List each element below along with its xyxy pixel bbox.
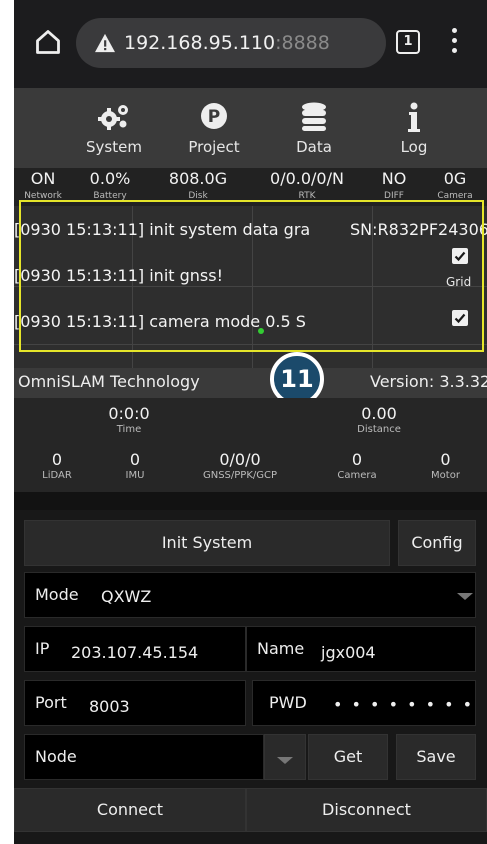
stat-time-value: 0:0:0 xyxy=(108,404,150,423)
stat-motor-label: Motor xyxy=(431,470,460,481)
url-port: :8888 xyxy=(275,32,330,54)
toolbar-system-label: System xyxy=(86,138,142,156)
status-camera: 0G Camera xyxy=(424,168,486,202)
status-rtk-value: 0/0.0/0/N xyxy=(270,169,344,188)
save-button[interactable]: Save xyxy=(396,734,476,780)
stat-time: 0:0:0 Time xyxy=(54,404,204,436)
stat-lidar-label: LiDAR xyxy=(42,470,72,481)
mode-select[interactable]: Mode QXWZ xyxy=(24,572,476,618)
url-field[interactable]: 192.168.95.110:8888 xyxy=(76,18,386,68)
chevron-down-icon xyxy=(457,593,473,600)
toolbar-project[interactable]: P Project xyxy=(164,88,264,168)
pwd-value: • • • • • • • • xyxy=(333,695,475,714)
database-icon xyxy=(302,102,326,131)
ip-field[interactable]: IP 203.107.45.154 xyxy=(24,626,246,672)
status-network-value: ON xyxy=(30,169,56,188)
ip-label: IP xyxy=(35,639,50,658)
phone-screen: 192.168.95.110:8888 1 System P Project xyxy=(14,0,487,844)
stat-motor-value: 0 xyxy=(440,450,451,469)
status-disk: 808.0G Disk xyxy=(148,168,248,202)
get-button[interactable]: Get xyxy=(308,734,388,780)
url-host: 192.168.95.110 xyxy=(124,32,276,54)
company-name: OmniSLAM Technology xyxy=(18,372,200,391)
node-dropdown-button[interactable] xyxy=(264,734,306,780)
info-icon xyxy=(408,102,420,132)
name-field[interactable]: Name jgx004 xyxy=(246,626,476,672)
stat-gnss-label: GNSS/PPK/GCP xyxy=(202,470,278,481)
toolbar-system[interactable]: System xyxy=(64,88,164,168)
gears-icon xyxy=(98,105,128,130)
status-diff-value: NO xyxy=(381,169,407,188)
tab-switcher-button[interactable]: 1 xyxy=(396,30,420,54)
more-menu-icon[interactable] xyxy=(452,28,458,54)
stat-camera: 0 Camera xyxy=(310,450,404,482)
home-icon[interactable] xyxy=(34,28,62,56)
chevron-down-icon xyxy=(277,757,293,764)
password-field[interactable]: PWD • • • • • • • • xyxy=(252,680,476,726)
browser-url-bar: 192.168.95.110:8888 1 xyxy=(14,0,487,88)
port-value: 8003 xyxy=(89,697,130,716)
stat-camera-value: 0 xyxy=(351,450,363,469)
toolbar-log-label: Log xyxy=(400,138,428,156)
stat-motor: 0 Motor xyxy=(404,450,487,482)
disconnect-button[interactable]: Disconnect xyxy=(246,788,487,832)
init-system-button[interactable]: Init System xyxy=(24,520,390,566)
warning-icon xyxy=(95,33,115,53)
status-battery: 0.0% Battery xyxy=(72,168,148,202)
company-row: OmniSLAM Technology Version: 3.3.32 xyxy=(14,368,487,398)
stat-gnss: 0/0/0 GNSS/PPK/GCP xyxy=(170,450,310,482)
stat-camera-label: Camera xyxy=(337,470,377,481)
toolbar-project-label: Project xyxy=(188,138,240,156)
stat-distance: 0.00 Distance xyxy=(304,404,454,436)
stat-gnss-value: 0/0/0 xyxy=(219,450,261,469)
highlight-annotation-box xyxy=(19,200,484,352)
status-disk-value: 808.0G xyxy=(168,169,228,188)
name-label: Name xyxy=(257,639,305,658)
toolbar-data[interactable]: Data xyxy=(264,88,364,168)
mode-label: Mode xyxy=(35,585,79,604)
port-field[interactable]: Port 8003 xyxy=(24,680,246,726)
stats-panel: 0:0:0 Time 0.00 Distance 0 LiDAR 0 IMU 0… xyxy=(14,398,487,492)
name-value: jgx004 xyxy=(321,643,376,662)
stat-distance-value: 0.00 xyxy=(361,404,397,423)
stat-time-label: Time xyxy=(116,424,142,435)
pwd-label: PWD xyxy=(269,693,307,712)
project-p-icon: P xyxy=(201,103,227,129)
mode-value: QXWZ xyxy=(101,587,152,606)
node-label: Node xyxy=(35,747,77,766)
version-text: Version: 3.3.32 xyxy=(370,372,487,391)
node-select[interactable]: Node xyxy=(24,734,264,780)
port-label: Port xyxy=(35,693,67,712)
status-camera-value: 0G xyxy=(443,169,467,188)
config-button[interactable]: Config xyxy=(398,520,476,566)
status-battery-value: 0.0% xyxy=(89,169,131,188)
stat-lidar: 0 LiDAR xyxy=(14,450,100,482)
stat-imu: 0 IMU xyxy=(100,450,170,482)
stat-imu-value: 0 xyxy=(129,450,141,469)
status-diff: NO DIFF xyxy=(366,168,422,202)
stat-imu-label: IMU xyxy=(125,470,145,481)
toolbar-data-label: Data xyxy=(296,138,332,156)
main-toolbar: System P Project Data Log xyxy=(14,88,487,168)
position-marker xyxy=(258,328,264,334)
svg-text:P: P xyxy=(208,107,220,127)
status-network: ON Network xyxy=(14,168,72,202)
connect-button[interactable]: Connect xyxy=(14,788,246,832)
ip-value: 203.107.45.154 xyxy=(71,643,199,662)
status-rtk: 0/0.0/0/N RTK xyxy=(248,168,366,202)
toolbar-log[interactable]: Log xyxy=(364,88,464,168)
stat-lidar-value: 0 xyxy=(51,450,63,469)
stat-distance-label: Distance xyxy=(357,424,401,435)
